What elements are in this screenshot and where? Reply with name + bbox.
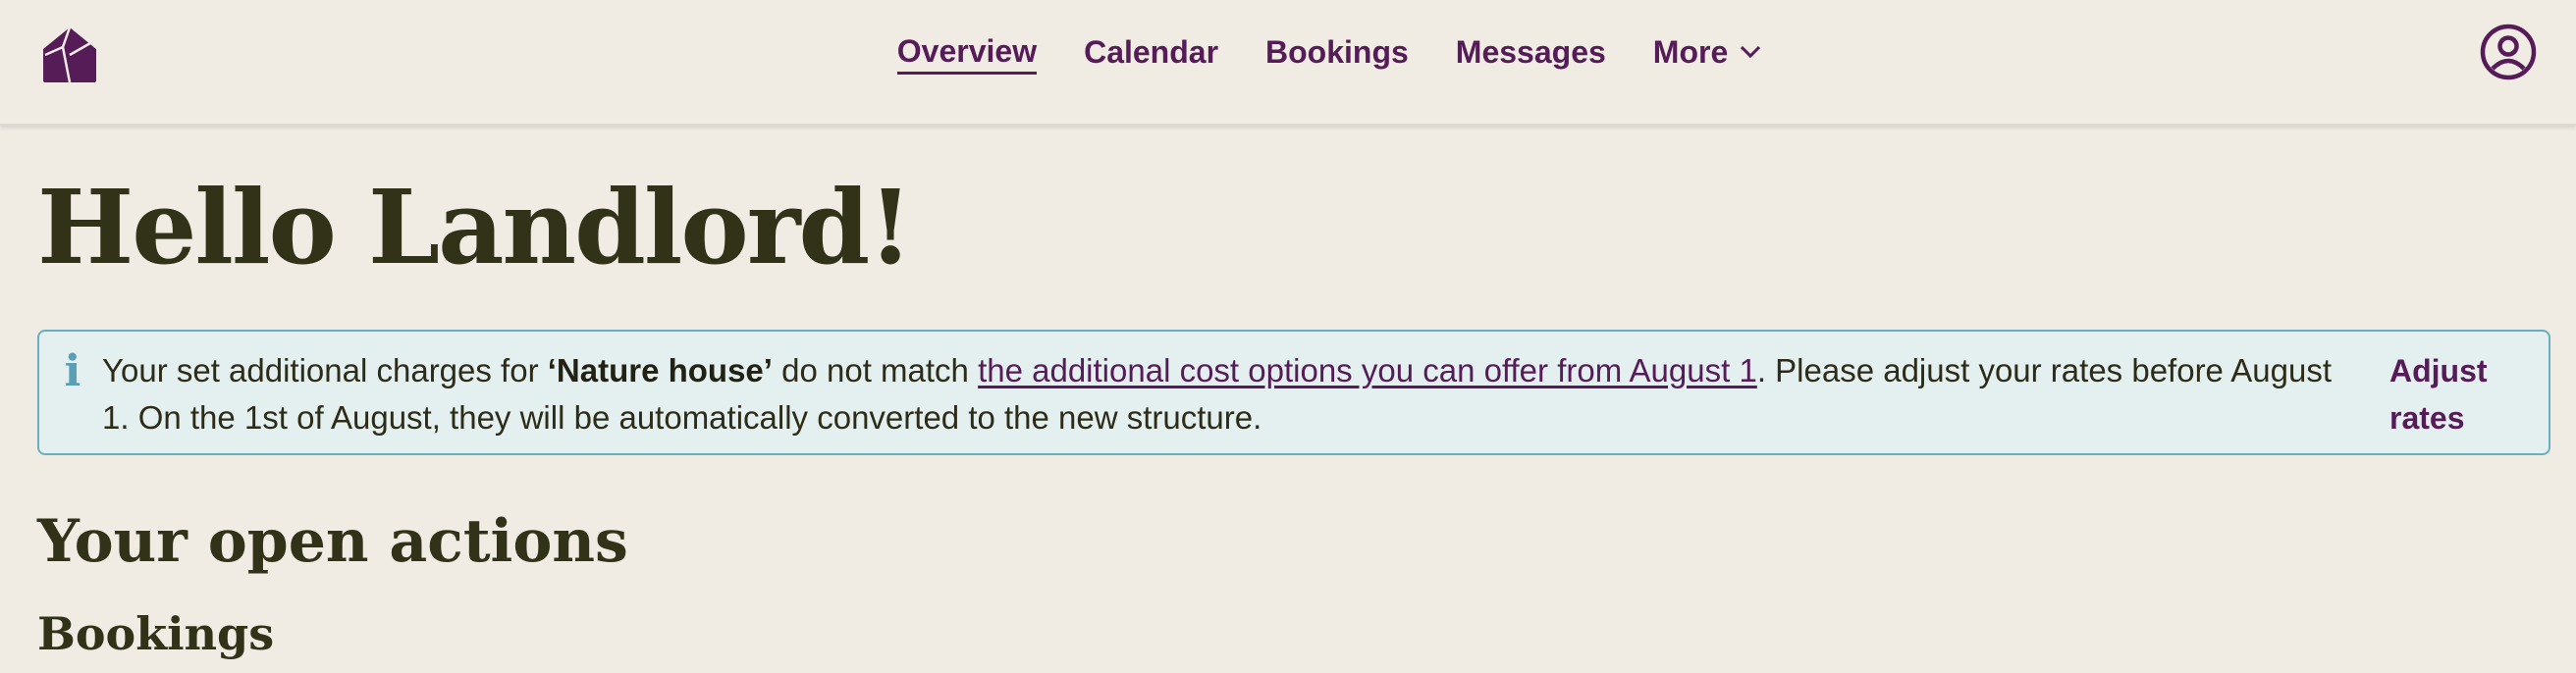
nav-more-label: More [1652, 34, 1729, 70]
section-title-open-actions: Your open actions [37, 507, 628, 576]
nav-messages[interactable]: Messages [1456, 29, 1606, 75]
info-notice: i Your set additional charges for ‘Natur… [37, 330, 2550, 455]
nav-calendar[interactable]: Calendar [1084, 29, 1218, 75]
nav-messages-label: Messages [1455, 34, 1606, 70]
additional-cost-options-link[interactable]: the additional cost options you can offe… [978, 352, 1757, 388]
main-nav: Overview Calendar Bookings Messages More [0, 29, 2576, 75]
nav-calendar-label: Calendar [1084, 34, 1219, 70]
notice-message: Your set additional charges for ‘Nature … [102, 347, 2350, 441]
nav-bookings[interactable]: Bookings [1265, 29, 1409, 75]
nav-bookings-label: Bookings [1265, 34, 1409, 70]
info-icon: i [64, 346, 81, 396]
notice-text-part2: do not match [772, 352, 979, 388]
nav-overview-label: Overview [896, 32, 1038, 69]
user-profile-icon[interactable] [2480, 24, 2537, 80]
nav-more[interactable]: More [1653, 29, 1761, 75]
notice-text-part1: Your set additional charges for [102, 352, 548, 388]
page-title: Hello Landlord! [37, 167, 913, 287]
section-subtitle-bookings: Bookings [37, 607, 275, 660]
adjust-rates-button[interactable]: Adjust rates [2389, 347, 2497, 441]
notice-house-name: ‘Nature house’ [547, 352, 773, 388]
chevron-down-icon [1741, 45, 1761, 59]
nav-overview[interactable]: Overview [896, 29, 1038, 75]
top-navigation-bar: Overview Calendar Bookings Messages More [0, 0, 2576, 126]
